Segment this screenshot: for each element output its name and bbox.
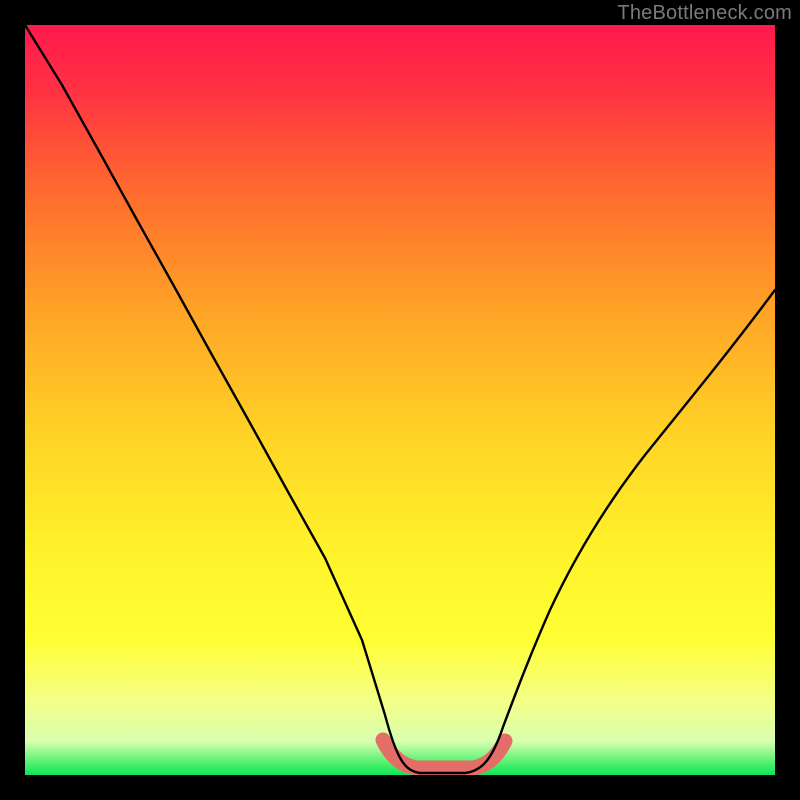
attribution-label: TheBottleneck.com (617, 2, 792, 25)
plot-area (25, 25, 775, 775)
chart-svg (25, 25, 775, 775)
chart-frame: TheBottleneck.com (0, 0, 800, 800)
gradient-background (25, 25, 775, 775)
